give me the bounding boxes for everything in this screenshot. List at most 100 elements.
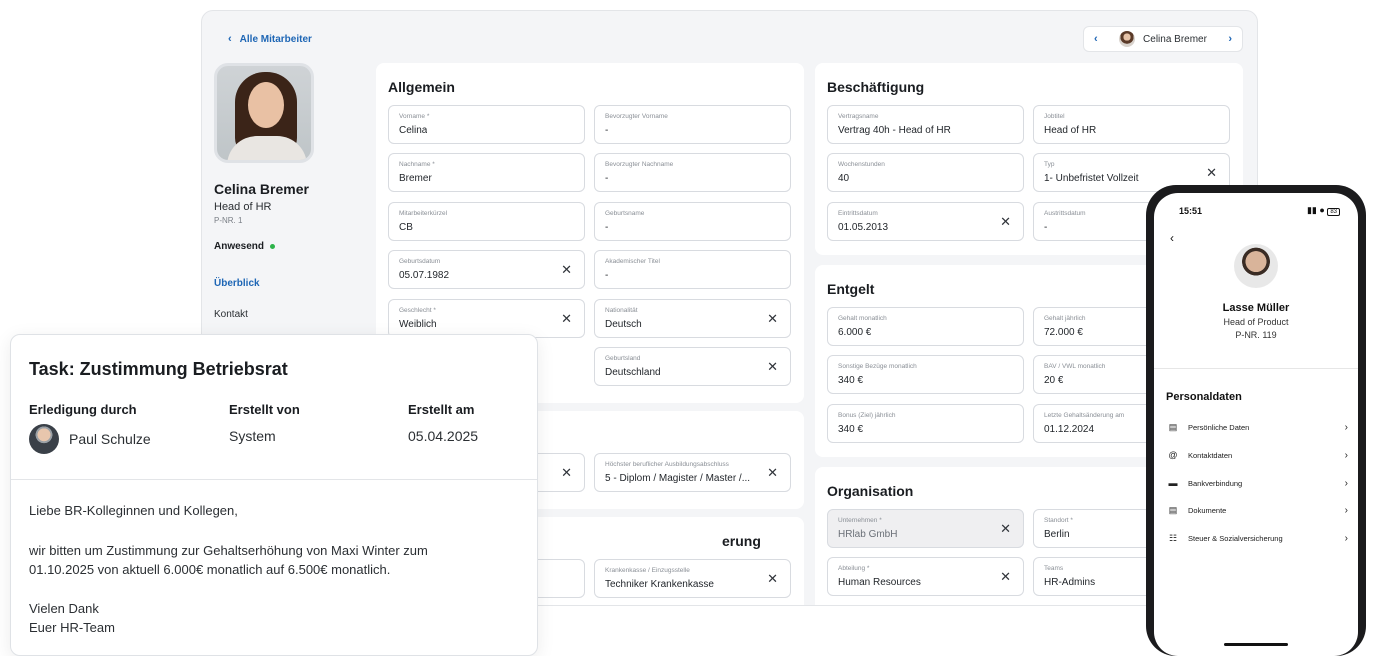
- nav-item-overview[interactable]: Überblick: [214, 278, 364, 289]
- birth-country-field[interactable]: Geburtsland Deutschland ✕: [594, 347, 791, 386]
- back-to-employees-link[interactable]: ‹ Alle Mitarbeiter: [228, 33, 312, 45]
- menu-item-contact-data[interactable]: @ Kontaktdaten ›: [1166, 447, 1348, 463]
- field-value: Head of HR: [1044, 125, 1097, 136]
- preferred-last-name-field[interactable]: Bevorzugter Nachname -: [594, 153, 791, 192]
- menu-item-bank-details[interactable]: ▬ Bankverbindung ›: [1166, 475, 1349, 491]
- clear-icon[interactable]: ✕: [561, 262, 572, 278]
- status-bar-icons: ▮▮ ● 83: [1307, 205, 1340, 216]
- phone-screen: 15:51 ▮▮ ● 83 ‹ Lasse Müller Head of Pro…: [1154, 193, 1358, 656]
- social-insurance-card-title-fragment: erung: [722, 533, 761, 549]
- status-bar-time: 15:51: [1179, 206, 1203, 216]
- field-label: Geburtsland: [605, 355, 641, 362]
- field-value: 05.07.1982: [399, 270, 450, 281]
- task-closing-2: Euer HR-Team: [29, 620, 115, 635]
- field-label: Geburtsname: [605, 210, 645, 217]
- health-insurance-field[interactable]: Krankenkasse / Einzugsstelle Techniker K…: [594, 559, 791, 598]
- nationality-field[interactable]: Nationalität Deutsch ✕: [594, 299, 791, 338]
- avatar: [1234, 244, 1278, 288]
- field-value: 72.000 €: [1044, 327, 1083, 338]
- preferred-first-name-field[interactable]: Bevorzugter Vorname -: [594, 105, 791, 144]
- birth-name-field[interactable]: Geburtsname -: [594, 202, 791, 241]
- weekly-hours-field[interactable]: Wochenstunden 40: [827, 153, 1024, 192]
- field-label: Bevorzugter Vorname: [605, 113, 668, 120]
- at-icon: @: [1168, 450, 1178, 460]
- clear-icon[interactable]: ✕: [767, 311, 778, 327]
- other-benefits-field[interactable]: Sonstige Bezüge monatlich 340 €: [827, 355, 1024, 394]
- bonus-field[interactable]: Bonus (Ziel) jährlich 340 €: [827, 404, 1024, 443]
- assignee[interactable]: Paul Schulze: [29, 424, 151, 454]
- first-name-field[interactable]: Vorname * Celina: [388, 105, 585, 144]
- professional-degree-field[interactable]: Höchster beruflicher Ausbildungsabschlus…: [594, 453, 791, 492]
- home-indicator[interactable]: [1224, 643, 1288, 646]
- field-value: 5 - Diplom / Magister / Master /...: [605, 473, 751, 484]
- battery-icon: 83: [1327, 208, 1340, 216]
- academic-title-field[interactable]: Akademischer Titel -: [594, 250, 791, 289]
- field-label: Gehalt jährlich: [1044, 315, 1086, 322]
- contract-name-field[interactable]: Vertragsname Vertrag 40h - Head of HR: [827, 105, 1024, 144]
- field-value: -: [605, 270, 609, 281]
- field-label: Eintrittsdatum: [838, 210, 878, 217]
- company-field[interactable]: Unternehmen * HRlab GmbH ✕: [827, 509, 1024, 548]
- department-field[interactable]: Abteilung * Human Resources ✕: [827, 557, 1024, 596]
- wifi-icon: ●: [1319, 205, 1325, 215]
- employee-role: Head of HR: [214, 201, 272, 213]
- previous-employee-button[interactable]: ‹: [1094, 33, 1098, 45]
- organisation-card-title: Organisation: [827, 483, 914, 499]
- field-value: Human Resources: [838, 577, 921, 588]
- field-label: Geschlecht *: [399, 307, 436, 314]
- phone-employee-number: P-NR. 119: [1235, 330, 1277, 340]
- menu-item-label: Kontaktdaten: [1188, 450, 1233, 460]
- next-employee-button[interactable]: ›: [1228, 33, 1232, 45]
- entry-date-field[interactable]: Eintrittsdatum 01.05.2013 ✕: [827, 202, 1024, 241]
- phone-frame: 15:51 ▮▮ ● 83 ‹ Lasse Müller Head of Pro…: [1146, 185, 1366, 656]
- monthly-salary-field[interactable]: Gehalt monatlich 6.000 €: [827, 307, 1024, 346]
- menu-item-label: Persönliche Daten: [1188, 422, 1250, 432]
- clear-icon[interactable]: ✕: [767, 571, 778, 587]
- clear-icon[interactable]: ✕: [1000, 569, 1011, 585]
- field-label: Bevorzugter Nachname: [605, 161, 674, 168]
- chevron-right-icon: ›: [1344, 504, 1348, 516]
- field-value: Bremer: [399, 173, 432, 184]
- gender-field[interactable]: Geschlecht * Weiblich ✕: [388, 299, 585, 338]
- field-label: Mitarbeiterkürzel: [399, 210, 448, 217]
- chevron-left-icon: ‹: [228, 33, 232, 45]
- field-label: Austrittsdatum: [1044, 210, 1086, 217]
- task-title: Task: Zustimmung Betriebsrat: [29, 359, 288, 379]
- nav-item-contact[interactable]: Kontakt: [214, 309, 364, 320]
- birth-date-field[interactable]: Geburtsdatum 05.07.1982 ✕: [388, 250, 585, 289]
- clear-icon[interactable]: ✕: [1000, 521, 1011, 537]
- divider: [1154, 368, 1358, 369]
- field-label: Krankenkasse / Einzugsstelle: [605, 567, 690, 574]
- task-body-line-2: 01.10.2025 von aktuell 6.000€ monatlich …: [29, 562, 391, 577]
- clear-icon[interactable]: ✕: [561, 311, 572, 327]
- created-at-value: 05.04.2025: [408, 428, 479, 444]
- created-by-value: System: [229, 428, 276, 444]
- last-name-field[interactable]: Nachname * Bremer: [388, 153, 585, 192]
- clear-icon[interactable]: ✕: [767, 359, 778, 375]
- employee-initials-field[interactable]: Mitarbeiterkürzel CB: [388, 202, 585, 241]
- field-label: Geburtsdatum: [399, 258, 441, 265]
- profile-photo: [214, 63, 314, 163]
- field-label: Teams: [1044, 565, 1064, 572]
- chevron-left-icon[interactable]: ‹: [1170, 231, 1174, 245]
- avatar: [29, 424, 59, 454]
- field-value: Techniker Krankenkasse: [605, 579, 714, 590]
- field-value: HRlab GmbH: [838, 529, 898, 540]
- clear-icon[interactable]: ✕: [767, 465, 778, 481]
- chevron-right-icon: ›: [1344, 477, 1348, 489]
- clear-icon[interactable]: ✕: [1206, 165, 1217, 181]
- presence-status-label: Anwesend: [214, 241, 265, 252]
- pager-employee-name: Celina Bremer: [1143, 33, 1207, 45]
- field-value: 01.05.2013: [838, 222, 889, 233]
- menu-item-personal-data[interactable]: ▤ Persönliche Daten ›: [1166, 419, 1348, 435]
- personal-data-section-title: Personaldaten: [1166, 391, 1242, 403]
- field-label: Abteilung *: [838, 565, 870, 572]
- job-title-field[interactable]: Jobtitel Head of HR: [1033, 105, 1230, 144]
- field-value: -: [605, 222, 609, 233]
- field-label: BAV / VWL monatlich: [1044, 363, 1106, 370]
- clear-icon[interactable]: ✕: [1000, 214, 1011, 230]
- field-value: 6.000 €: [838, 327, 872, 338]
- clear-icon[interactable]: ✕: [561, 465, 572, 481]
- menu-item-tax-social-insurance[interactable]: ☷ Steuer & Sozialversicherung ›: [1166, 530, 1348, 546]
- menu-item-documents[interactable]: ▤ Dokumente ›: [1166, 502, 1348, 518]
